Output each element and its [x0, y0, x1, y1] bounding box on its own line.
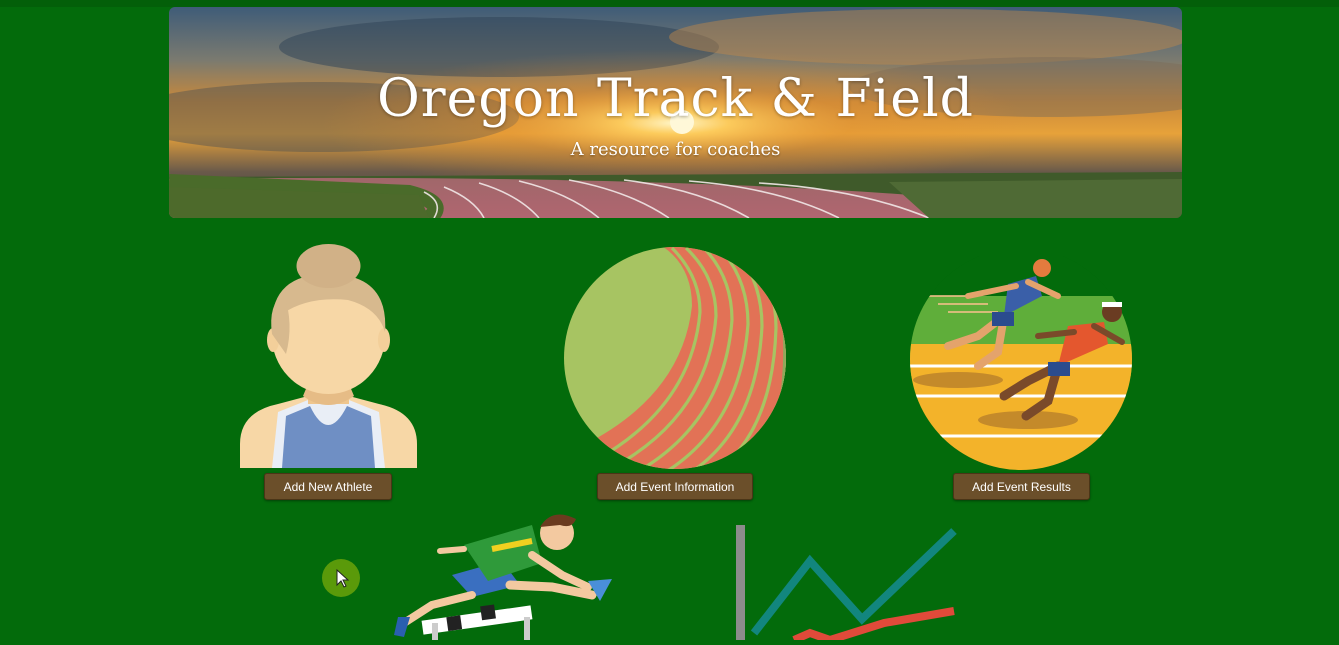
running-track-icon[interactable]	[562, 246, 788, 470]
top-strip	[0, 0, 1339, 7]
athlete-avatar-icon[interactable]	[238, 244, 419, 470]
pointer-icon	[336, 568, 350, 588]
add-event-results-button[interactable]: Add Event Results	[953, 473, 1090, 500]
hero-title: Oregon Track & Field	[377, 69, 974, 129]
hero-subtitle: A resource for coaches	[570, 139, 781, 160]
line-chart-icon[interactable]	[734, 525, 958, 645]
add-event-information-button[interactable]: Add Event Information	[597, 473, 753, 500]
hero-banner: Oregon Track & Field A resource for coac…	[169, 7, 1182, 218]
hurdler-icon[interactable]	[392, 505, 614, 640]
mouse-cursor-highlight	[322, 559, 360, 597]
sprinters-icon[interactable]	[908, 256, 1134, 470]
add-new-athlete-button[interactable]: Add New Athlete	[264, 473, 392, 500]
